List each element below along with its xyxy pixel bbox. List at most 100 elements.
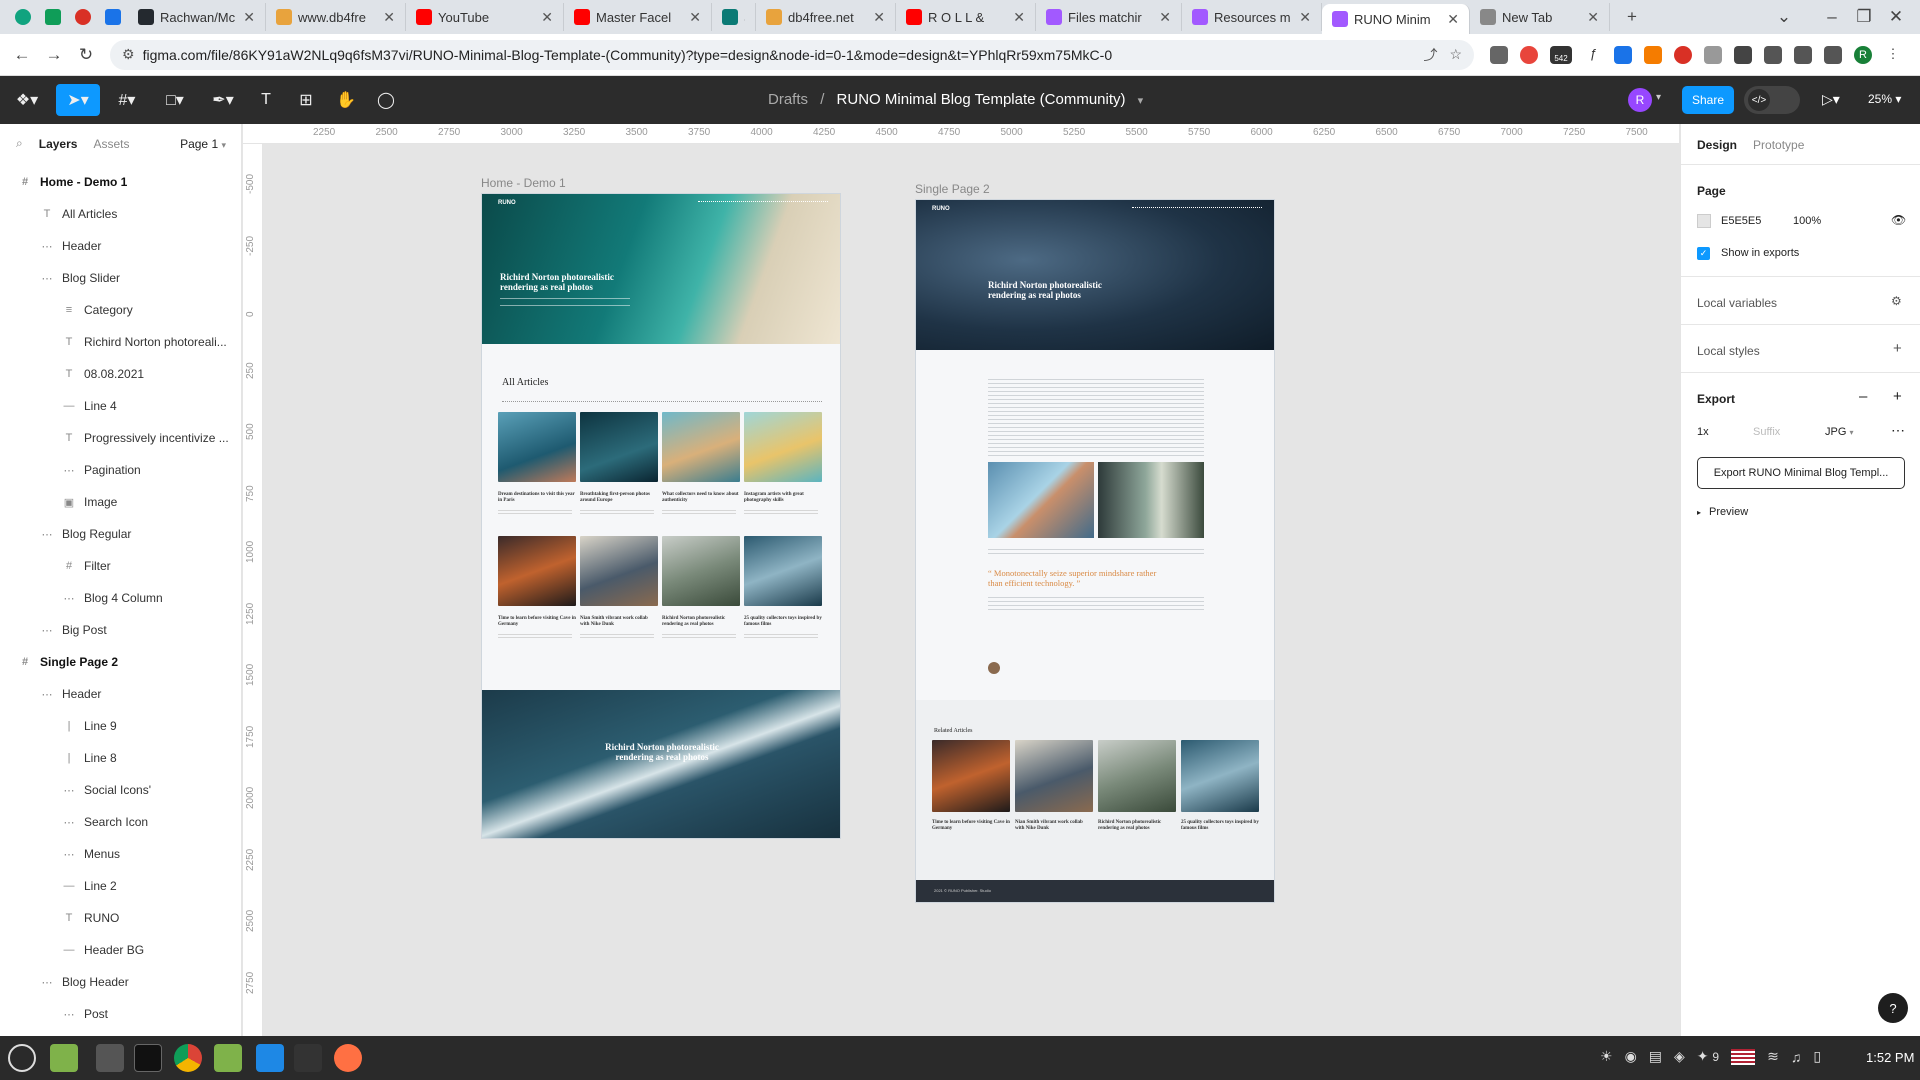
zoom-level[interactable]: 25% ▾	[1868, 92, 1901, 106]
local-variables-label[interactable]: Local variables	[1697, 296, 1777, 310]
folder-icon[interactable]	[214, 1044, 242, 1072]
browser-tab[interactable]: Rachwan/Mc ✕	[128, 3, 266, 31]
layer-row[interactable]: — Line 4	[0, 390, 242, 422]
move-tool-icon[interactable]: ➤▾	[56, 84, 100, 116]
start-menu-icon[interactable]	[8, 1044, 36, 1072]
pinned-tab-badge[interactable]	[68, 3, 98, 31]
browser-tab[interactable]: Resources m ✕	[1182, 3, 1322, 31]
layer-row[interactable]: | Line 9	[0, 710, 242, 742]
back-icon[interactable]: ←	[8, 41, 36, 69]
tab-prototype[interactable]: Prototype	[1753, 138, 1804, 152]
export-scale[interactable]: 1x	[1697, 426, 1709, 438]
text-tool-icon[interactable]: T	[250, 84, 282, 116]
discord-tray-icon[interactable]: ◉	[1625, 1048, 1637, 1065]
layer-row[interactable]: # Filter	[0, 550, 242, 582]
camera-extension-icon[interactable]	[1490, 45, 1508, 64]
layer-row[interactable]: ⋯ Blog Regular	[0, 518, 242, 550]
pen-extension-icon[interactable]	[1644, 45, 1662, 64]
stop-extension-icon[interactable]	[1674, 45, 1692, 64]
layer-row[interactable]: T Progressively incentivize ...	[0, 422, 242, 454]
screen-extension-icon[interactable]	[1614, 45, 1632, 64]
help-button[interactable]: ?	[1878, 993, 1908, 1023]
browser-tab[interactable]: New Tab ✕	[1470, 3, 1610, 31]
layer-row[interactable]: T All Articles	[0, 198, 242, 230]
export-format-select[interactable]: JPG ▾	[1825, 426, 1853, 438]
variables-settings-icon[interactable]: ⚙	[1891, 294, 1902, 308]
layer-row[interactable]: ⋯ Header	[0, 678, 242, 710]
browser-tab[interactable]: Files matchir ✕	[1036, 3, 1182, 31]
clock[interactable]: 1:52 PM	[1866, 1050, 1914, 1065]
preview-toggle[interactable]: ▸ Preview	[1697, 506, 1748, 518]
browser-tab[interactable]: RUNO Minim ✕	[1322, 4, 1470, 34]
tab-close-icon[interactable]: ✕	[1587, 9, 1599, 26]
layer-row[interactable]: T Richird Norton photoreali...	[0, 326, 242, 358]
layer-row[interactable]: ⋯ Search Icon	[0, 806, 242, 838]
browser-tab[interactable]: S.io	[712, 3, 756, 31]
reload-icon[interactable]: ↻	[72, 41, 100, 69]
forward-icon[interactable]: →	[40, 41, 68, 69]
music-icon[interactable]: ♫	[1791, 1049, 1802, 1065]
restore-button[interactable]: ❐	[1850, 3, 1878, 31]
pinned-tab-shield[interactable]	[98, 3, 128, 31]
shield-tray-icon[interactable]: ◈	[1674, 1048, 1685, 1065]
comment-tool-icon[interactable]: ◯	[370, 84, 402, 116]
tab-design[interactable]: Design	[1697, 138, 1737, 152]
media-extension-icon[interactable]	[1734, 45, 1752, 64]
tab-close-icon[interactable]: ✕	[1013, 9, 1025, 26]
layers-search-icon[interactable]: ⌕	[16, 136, 23, 151]
layer-row[interactable]: ⋯ Blog Header	[0, 966, 242, 998]
layer-row[interactable]: — Header BG	[0, 934, 242, 966]
chevron-down-icon[interactable]: ▾	[1138, 95, 1144, 107]
profile-avatar-icon[interactable]: R	[1854, 45, 1872, 64]
puzzle-extensions-icon[interactable]	[1764, 45, 1782, 64]
layer-row[interactable]: ⋯ Blog Slider	[0, 262, 242, 294]
tab-close-icon[interactable]: ✕	[1159, 9, 1171, 26]
layer-row[interactable]: ⋯ Blog 4 Column	[0, 582, 242, 614]
export-button[interactable]: Export RUNO Minimal Blog Templ...	[1697, 457, 1905, 489]
figma-app-icon[interactable]	[294, 1044, 322, 1072]
color-extension-icon[interactable]	[1520, 45, 1538, 64]
vscode-icon[interactable]	[256, 1044, 284, 1072]
avatar-chevron-icon[interactable]: ▾	[1656, 92, 1661, 103]
grid-extension-icon[interactable]	[1704, 45, 1722, 64]
page-opacity-value[interactable]: 100%	[1793, 215, 1821, 227]
user-avatar[interactable]: R	[1628, 88, 1652, 112]
layer-row[interactable]: T RUNO	[0, 902, 242, 934]
browser-tab[interactable]: YouTube ✕	[406, 3, 564, 31]
files-icon[interactable]	[50, 1044, 78, 1072]
new-tab-button[interactable]: +	[1618, 3, 1646, 31]
layer-row[interactable]: # Single Page 2	[0, 646, 242, 678]
browser-tab[interactable]: R O L L & ✕	[896, 3, 1036, 31]
chrome-icon[interactable]	[174, 1044, 202, 1072]
frame-single-page[interactable]: RUNO Richird Norton photorealistic rende…	[915, 199, 1275, 903]
layer-row[interactable]: ⋯ Header	[0, 230, 242, 262]
resources-tool-icon[interactable]: ⊞	[290, 84, 322, 116]
counter-extension-icon[interactable]: 542	[1550, 45, 1572, 64]
present-button[interactable]: ▷▾	[1822, 91, 1840, 108]
site-info-icon[interactable]: ⚙	[122, 46, 135, 63]
tab-close-icon[interactable]: ✕	[541, 9, 553, 26]
layer-row[interactable]: | Line 8	[0, 742, 242, 774]
figma-menu-icon[interactable]: ❖▾	[8, 84, 46, 116]
shape-tool-icon[interactable]: □▾	[156, 84, 194, 116]
tab-close-icon[interactable]: ✕	[873, 9, 885, 26]
layer-row[interactable]: ⋯ Social Icons'	[0, 774, 242, 806]
function-extension-icon[interactable]: ƒ	[1584, 45, 1602, 64]
layer-row[interactable]: ⋯ Menus	[0, 838, 242, 870]
dev-mode-toggle[interactable]: </>	[1744, 86, 1800, 114]
layer-row[interactable]: # Home - Demo 1	[0, 166, 242, 198]
weather-tray-icon[interactable]: ☀	[1600, 1048, 1613, 1065]
side-panel-icon[interactable]	[1824, 45, 1842, 64]
pen-app-icon[interactable]	[334, 1044, 362, 1072]
browser-tab[interactable]: www.db4fre ✕	[266, 3, 406, 31]
pinned-tab-sheets[interactable]	[38, 3, 68, 31]
breadcrumb-drafts[interactable]: Drafts	[768, 91, 808, 108]
file-title[interactable]: RUNO Minimal Blog Template (Community)	[837, 91, 1126, 108]
page-color-value[interactable]: E5E5E5	[1721, 215, 1761, 227]
flag-us-icon[interactable]	[1731, 1048, 1756, 1065]
tab-layers[interactable]: Layers	[39, 137, 78, 151]
show-in-exports-checkbox[interactable]: ✓	[1697, 247, 1710, 260]
frame-home-demo[interactable]: RUNO Richird Norton photorealistic rende…	[481, 193, 841, 839]
tab-assets[interactable]: Assets	[93, 137, 129, 151]
clipboard-tray-icon[interactable]: ▤	[1649, 1048, 1662, 1065]
